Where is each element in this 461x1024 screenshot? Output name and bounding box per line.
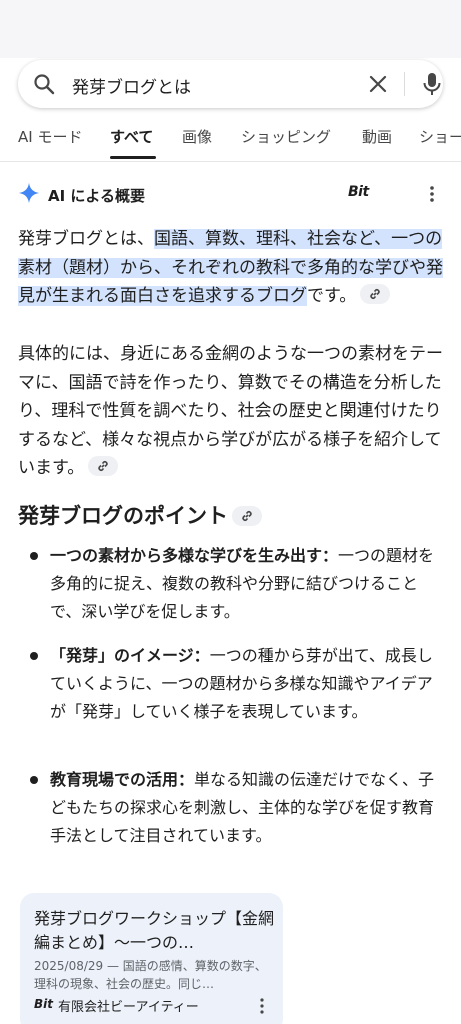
link-icon (242, 511, 252, 521)
ai-overview-header: AI による概要 Bit (18, 180, 443, 210)
status-bar-area (0, 0, 461, 58)
card-snippet: 2025/08/29 — 国語の感情、算数の数字、理科の現象、社会の歴史。同じ… (34, 959, 267, 991)
list-item: 一つの素材から多様な学びを生み出す：一つの題材を多角的に捉え、複数の教科や分野に… (50, 542, 445, 626)
summary-tail: です。 (307, 286, 357, 306)
list-item: 「発芽」のイメージ：一つの種から芽が出て、成長していくように、一つの題材から多様… (50, 642, 445, 726)
ai-detail-paragraph: 具体的には、身近にある金網のような一つの素材をテーマに、国語で詩を作ったり、算数… (18, 340, 443, 483)
clear-icon[interactable] (366, 72, 390, 96)
citation-link-chip[interactable] (232, 506, 262, 526)
ai-summary-paragraph: 発芽ブログとは、国語、算数、理科、社会など、一つの素材（題材）から、それぞれの教… (18, 225, 443, 311)
card-source-name: 有限会社ビーアイティー (58, 1000, 199, 1015)
link-icon (370, 289, 380, 299)
search-divider (404, 72, 405, 96)
search-icon (34, 74, 55, 95)
detail-text: 具体的には、身近にある金網のような一つの素材をテーマに、国語で詩を作ったり、算数… (18, 344, 443, 478)
card-source-logo: Bit (34, 997, 53, 1011)
search-tabs: AI モード すべて 画像 ショッピング 動画 ショー (0, 118, 461, 162)
bullet-dot (30, 652, 38, 660)
tab-images[interactable]: 画像 (182, 126, 212, 147)
point-lead: 教育現場での活用： (50, 770, 195, 789)
tab-ai-mode[interactable]: AI モード (18, 126, 82, 147)
tab-all[interactable]: すべて (110, 126, 153, 147)
source-logo[interactable]: Bit (348, 184, 369, 200)
point-lead: 「発芽」のイメージ： (50, 646, 210, 665)
source-card[interactable]: 発芽ブログワークショップ【金網編まとめ】〜一つの… 2025/08/29 — 国… (20, 893, 283, 1024)
link-icon (98, 461, 108, 471)
search-input[interactable]: 発芽ブログとは (72, 73, 191, 98)
search-box[interactable]: 発芽ブログとは (18, 60, 443, 108)
more-options-icon[interactable] (423, 184, 441, 204)
citation-link-chip[interactable] (88, 456, 119, 476)
card-title[interactable]: 発芽ブログワークショップ【金網編まとめ】〜一つの… (34, 907, 274, 955)
citation-link-chip[interactable] (360, 284, 391, 304)
gemini-sparkle-icon (18, 182, 40, 204)
active-tab-indicator (110, 156, 156, 159)
mic-icon[interactable] (420, 71, 444, 97)
ai-overview-title: AI による概要 (48, 187, 145, 205)
tab-videos[interactable]: 動画 (362, 126, 392, 147)
tab-more[interactable]: ショー (419, 126, 461, 147)
point-lead: 一つの素材から多様な学びを生み出す： (50, 546, 339, 565)
points-heading: 発芽ブログのポイント (18, 500, 262, 530)
tab-shopping[interactable]: ショッピング (241, 126, 331, 147)
bullet-dot (30, 776, 38, 784)
bullet-dot (30, 552, 38, 560)
card-more-options-icon[interactable] (256, 997, 268, 1015)
list-item: 教育現場での活用：単なる知識の伝達だけでなく、子どもたちの探求心を刺激し、主体的… (50, 766, 445, 850)
summary-intro: 発芽ブログとは、 (18, 229, 154, 249)
